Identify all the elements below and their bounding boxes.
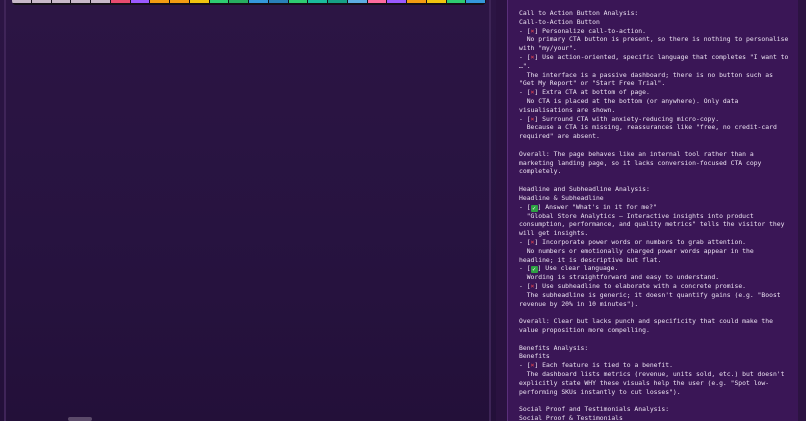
x-mark-icon: × (530, 52, 535, 61)
analysis-line: Social Proof & Testimonials (519, 414, 623, 421)
color-strip-segment (268, 0, 288, 3)
color-strip-segment (130, 0, 150, 3)
analysis-line (519, 309, 791, 318)
analysis-line: - [×] Extra CTA at bottom of page. (519, 88, 650, 97)
analysis-line (519, 335, 791, 344)
analysis-line: - [×] Use action-oriented, specific lang… (519, 52, 793, 70)
color-strip-segment (347, 0, 367, 3)
color-strip-segment (110, 0, 130, 3)
analysis-panel: Call to Action Button Analysis: Call-to-A… (507, 0, 800, 421)
analysis-line: Overall: The page behaves like an intern… (519, 149, 766, 176)
color-strip-segment (31, 0, 51, 3)
horizontal-scrollbar-thumb[interactable] (68, 417, 92, 421)
color-legend-strip (12, 0, 486, 5)
vertical-scrollbar[interactable] (798, 0, 806, 421)
analysis-line: Benefits Analysis: (519, 343, 589, 352)
analysis-line: Call-to-Action Button (519, 17, 600, 26)
color-strip-segment (407, 0, 426, 3)
color-strip-segment (150, 0, 169, 3)
analysis-line (519, 396, 791, 405)
color-strip-segment (51, 0, 71, 3)
analysis-line: - [×] Use subheadline to elaborate with … (519, 282, 747, 291)
analysis-line: The interface is a passive dashboard; th… (519, 70, 777, 88)
analysis-line: Wording is straightforward and easy to u… (519, 273, 720, 282)
color-strip-segment (466, 0, 485, 3)
left-edge-divider (4, 0, 6, 421)
canvas-pane (0, 0, 496, 421)
analysis-line: Call to Action Button Analysis: (519, 9, 639, 17)
analysis-line: "Global Store Analytics – Interactive in… (519, 211, 789, 238)
color-strip-segment (426, 0, 446, 3)
analysis-line: - [✓] Answer "What's in it for me?" (519, 202, 657, 212)
color-strip-segment (91, 0, 110, 3)
color-strip-segment (12, 0, 31, 3)
x-mark-icon: × (530, 282, 535, 291)
analysis-line: - [×] Each feature is tied to a benefit. (519, 361, 673, 370)
x-mark-icon: × (530, 26, 535, 35)
analysis-line: Benefits (519, 352, 550, 361)
analysis-line: Headline and Subheadline Analysis: (519, 184, 650, 193)
analysis-line: Social Proof and Testimonials Analysis: (519, 405, 670, 414)
analysis-line: No numbers or emotionally charged power … (519, 246, 758, 264)
color-strip-segment (387, 0, 406, 3)
x-mark-icon: × (530, 361, 535, 370)
color-strip-segment (71, 0, 90, 3)
color-strip-segment (446, 0, 466, 3)
analysis-line: - [×] Incorporate power words or numbers… (519, 237, 747, 246)
analysis-line (519, 176, 791, 185)
x-mark-icon: × (530, 114, 535, 123)
x-mark-icon: × (530, 237, 535, 246)
checkmark-icon: ✓ (530, 204, 538, 212)
analysis-line: No CTA is placed at the bottom (or anywh… (519, 96, 743, 114)
color-strip-segment (209, 0, 229, 3)
color-strip-segment (249, 0, 268, 3)
analysis-line: Headline & Subheadline (519, 193, 604, 202)
analysis-line: No primary CTA button is present, so the… (519, 35, 793, 53)
checkmark-icon: ✓ (530, 266, 538, 274)
pane-divider[interactable] (489, 0, 491, 421)
analysis-line (519, 141, 791, 150)
analysis-line: - [×] Personalize call-to-action. (519, 26, 646, 35)
analysis-line: Because a CTA is missing, reassurances l… (519, 123, 781, 141)
color-strip-segment (367, 0, 387, 3)
analysis-line: The subheadline is generic; it doesn't q… (519, 290, 785, 308)
color-strip-segment (308, 0, 327, 3)
color-strip-segment (189, 0, 209, 3)
x-mark-icon: × (530, 88, 535, 97)
analysis-line: - [✓] Use clear language. (519, 264, 619, 274)
analysis-line: Overall: Clear but lacks punch and speci… (519, 317, 777, 335)
analysis-line: The dashboard lists metrics (revenue, un… (519, 370, 789, 396)
analysis-text: Call to Action Button Analysis: Call-to-A… (519, 9, 791, 421)
color-strip-segment (288, 0, 308, 3)
analysis-line: - [×] Surround CTA with anxiety-reducing… (519, 114, 720, 123)
color-strip-segment (229, 0, 248, 3)
color-strip-segment (328, 0, 347, 3)
color-strip-segment (170, 0, 189, 3)
